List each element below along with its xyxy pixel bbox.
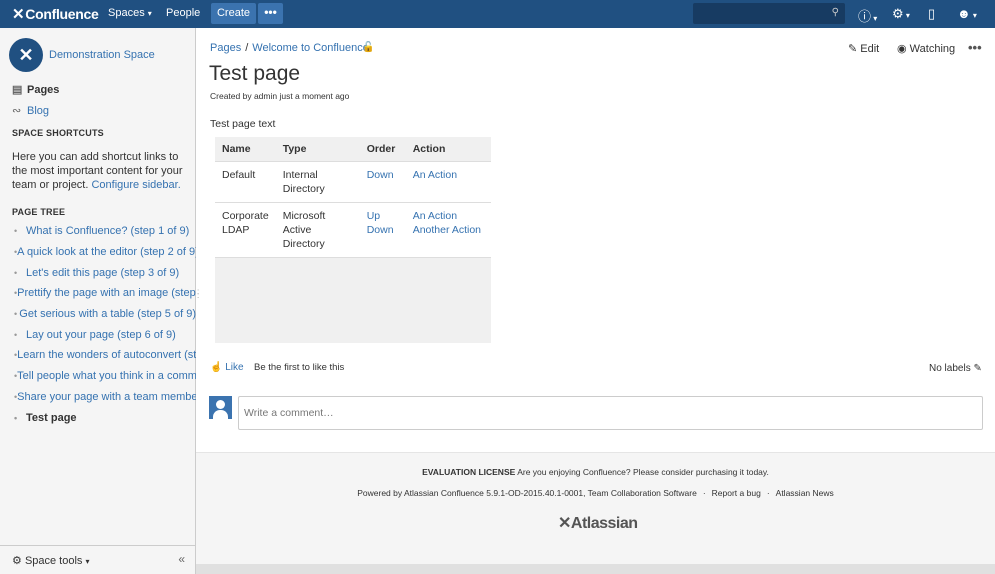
bullet-icon: • — [14, 267, 18, 278]
column-header: Type — [275, 137, 360, 162]
atlassian-news-link[interactable]: Atlassian News — [776, 488, 834, 498]
rss-icon: ∾ — [12, 105, 22, 117]
avatar — [209, 396, 232, 419]
order-up-link[interactable]: Up — [367, 209, 399, 223]
edit-button[interactable]: ✎ Edit — [848, 42, 879, 55]
top-navigation-bar: ✕ Confluence Spaces ▾ People Create ••• ⚲… — [0, 0, 995, 28]
pencil-icon: ✎ — [848, 43, 858, 55]
cell-type: Microsoft Active Directory — [275, 202, 360, 258]
chevron-down-icon: ▾ — [147, 9, 152, 18]
space-name-link[interactable]: Demonstration Space — [49, 49, 155, 61]
cell-order: Up Down — [359, 202, 406, 258]
tree-item[interactable]: •Share your page with a team member (ste… — [14, 387, 196, 408]
cell-action: An Action Another Action — [405, 202, 491, 258]
configure-sidebar-link[interactable]: Configure sidebar. — [91, 179, 180, 191]
tree-item[interactable]: • What is Confluence? (step 1 of 9) — [14, 221, 196, 242]
space-tools-menu[interactable]: ⚙ Space tools ▾ — [12, 554, 90, 567]
sidebar-resize-handle[interactable]: :: — [197, 288, 199, 300]
sidebar: ✕ Demonstration Space ▤ Pages ∾ Blog SPACE… — [0, 28, 196, 574]
collapse-sidebar-button[interactable]: « — [178, 552, 185, 566]
tree-item-current[interactable]: • Test page — [14, 407, 196, 428]
breadcrumb: Pages / Welcome to Confluence — [210, 42, 369, 54]
cell-order: Down — [359, 161, 406, 203]
bottom-scrollbar[interactable] — [196, 564, 995, 574]
thumbs-up-icon: ☝ — [210, 362, 223, 373]
page-metadata: Created by admin just a moment ago — [210, 91, 350, 101]
tree-item[interactable]: • Lay out your page (step 6 of 9) — [14, 324, 196, 345]
cell-name: Corporate LDAP — [215, 202, 276, 258]
breadcrumb-pages[interactable]: Pages — [210, 42, 241, 54]
bullet-icon: • — [14, 412, 18, 423]
tree-item[interactable]: •Learn the wonders of autoconvert (step … — [14, 345, 196, 366]
powered-by-link[interactable]: Powered by Atlassian Confluence 5.9.1-OD… — [357, 488, 697, 498]
more-actions-icon[interactable]: ••• — [968, 40, 982, 55]
atlassian-x-icon: ✕ — [558, 515, 571, 532]
atlassian-logo[interactable]: ✕Atlassian — [558, 513, 638, 533]
tree-item[interactable]: • Let's edit this page (step 3 of 9) — [14, 262, 196, 283]
tree-item[interactable]: • A quick look at the editor (step 2 of 9… — [14, 242, 196, 263]
order-down-link[interactable]: Down — [367, 168, 399, 182]
report-bug-link[interactable]: Report a bug — [712, 488, 761, 498]
column-header: Name — [215, 137, 276, 162]
directory-table: Name Type Order Action Default Internal … — [215, 137, 491, 258]
page-footer: EVALUATION LICENSE Are you enjoying Conf… — [196, 452, 995, 564]
notifications-icon[interactable]: ▯ — [928, 6, 935, 22]
gear-icon: ⚙ — [12, 555, 22, 567]
search-icon: ⚲ — [831, 7, 839, 18]
page-tree-heading: PAGE TREE — [12, 207, 66, 217]
cell-type: Internal Directory — [275, 161, 360, 203]
pages-icon: ▤ — [12, 84, 23, 96]
table-row: Corporate LDAP Microsoft Active Director… — [215, 202, 491, 258]
search-input[interactable]: ⚲ — [693, 3, 845, 24]
sidebar-footer: ⚙ Space tools ▾ « — [0, 545, 195, 574]
space-logo-icon[interactable]: ✕ — [9, 38, 43, 72]
confluence-logo[interactable]: ✕ Confluence — [12, 5, 99, 23]
column-header: Action — [405, 137, 491, 162]
space-shortcuts-heading: SPACE SHORTCUTS — [12, 128, 104, 138]
evaluation-license-notice: EVALUATION LICENSE Are you enjoying Conf… — [422, 467, 769, 477]
directory-table-container: Name Type Order Action Default Internal … — [215, 137, 491, 343]
tree-item[interactable]: • Get serious with a table (step 5 of 9) — [14, 304, 196, 325]
table-row: Default Internal Directory Down An Actio… — [215, 161, 491, 203]
pencil-icon: ✎ — [973, 363, 982, 374]
tree-item[interactable]: •Prettify the page with an image (step 4… — [14, 283, 196, 304]
unlock-icon[interactable]: 🔓 — [362, 42, 374, 53]
user-avatar-icon[interactable]: ☻ ▾ — [957, 6, 977, 21]
column-header: Order — [359, 137, 406, 162]
another-action-link[interactable]: Another Action — [413, 223, 484, 237]
shortcuts-help-text: Here you can add shortcut links to the m… — [12, 151, 183, 191]
cell-name: Default — [215, 161, 276, 203]
cell-action: An Action — [405, 161, 491, 203]
more-create-button[interactable]: ••• — [258, 3, 283, 24]
page-title: Test page — [209, 62, 301, 85]
help-icon[interactable]: ⓘ ▾ — [858, 6, 877, 25]
tree-item[interactable]: •Tell people what you think in a comment… — [14, 366, 196, 387]
comment-input[interactable] — [238, 396, 983, 430]
chevron-down-icon: ▾ — [85, 557, 90, 566]
bullet-icon: • — [14, 329, 18, 340]
breadcrumb-parent[interactable]: Welcome to Confluence — [252, 42, 369, 54]
labels-editor[interactable]: No labels ✎ — [929, 363, 982, 374]
create-button[interactable]: Create — [211, 3, 256, 24]
action-link[interactable]: An Action — [413, 209, 484, 223]
like-button[interactable]: ☝ Like — [210, 362, 244, 373]
bullet-icon: • — [14, 226, 18, 237]
like-status-text: Be the first to like this — [254, 362, 345, 373]
people-link[interactable]: People — [166, 7, 200, 19]
page-body-text: Test page text — [210, 118, 276, 130]
action-link[interactable]: An Action — [413, 168, 484, 182]
confluence-x-icon: ✕ — [12, 6, 25, 23]
page-tree: • What is Confluence? (step 1 of 9) • A qu… — [14, 221, 196, 428]
watching-button[interactable]: ◉ Watching — [897, 42, 955, 55]
gear-icon[interactable]: ⚙ ▾ — [892, 6, 910, 22]
sidebar-item-pages[interactable]: ▤ Pages — [12, 83, 59, 97]
footer-links: Powered by Atlassian Confluence 5.9.1-OD… — [357, 488, 834, 498]
table-header-row: Name Type Order Action — [215, 137, 491, 162]
order-down-link[interactable]: Down — [367, 223, 399, 237]
eye-icon: ◉ — [897, 43, 907, 55]
spaces-menu[interactable]: Spaces ▾ — [108, 7, 152, 19]
sidebar-item-blog[interactable]: ∾ Blog — [12, 104, 49, 118]
